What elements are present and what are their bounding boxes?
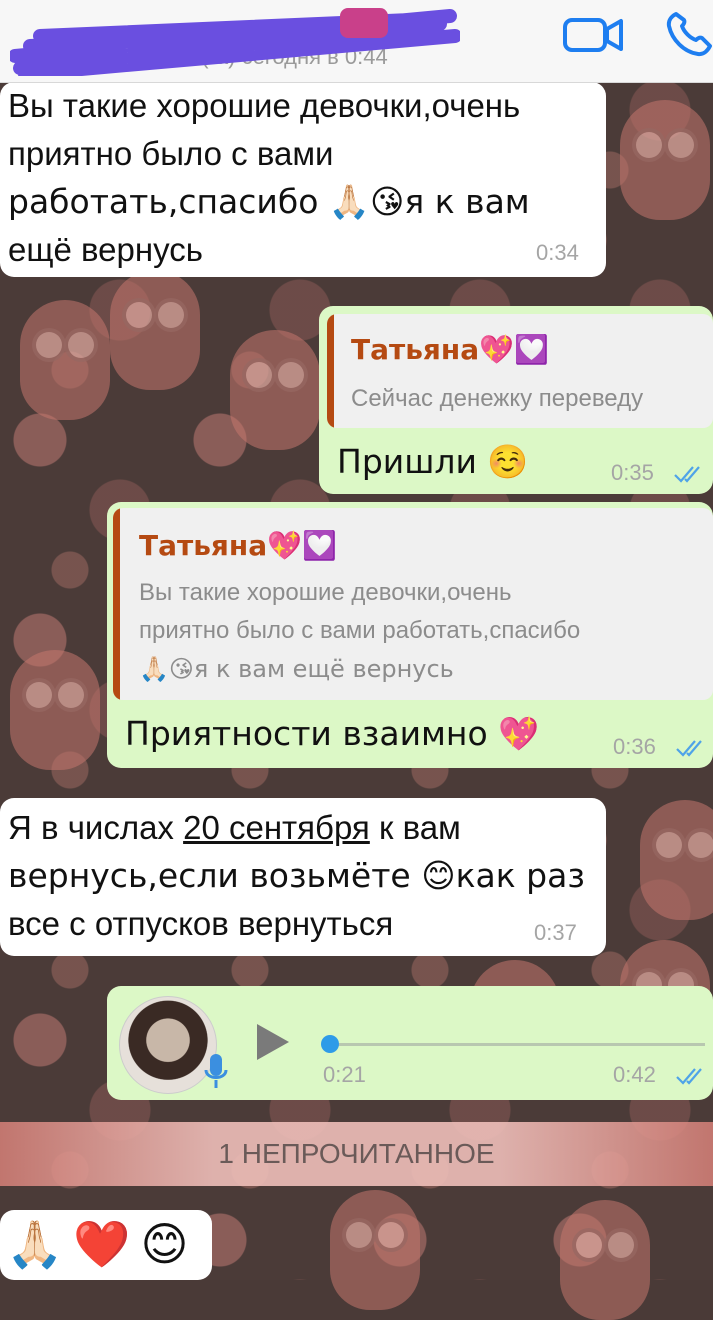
quote-text-line: 🙏🏻😘я к вам ещё вернусь [139,655,454,683]
message-text: Приятности взаимно 💖 [125,714,540,753]
incoming-message[interactable]: Я в числах 20 сентября к вам вернусь,есл… [0,798,606,956]
quote-text-line: приятно было с вами работать,спасибо [139,617,581,644]
message-text-part: к вам [369,809,461,846]
message-text-line: работать,спасибо 🙏🏻😘я к вам [8,182,530,221]
owl-decoration [230,330,320,450]
read-ticks-icon [676,1068,702,1085]
message-time: 0:37 [534,920,577,945]
quote-text: Сейчас денежку переведу [351,385,644,412]
owl-decoration [330,1190,420,1310]
reply-quote[interactable]: Татьяна💖💟 Вы такие хорошие девочки,очень… [113,508,713,700]
message-text-line: Вы такие хорошие девочки,очень [8,87,521,124]
owl-decoration [620,100,710,220]
audio-progress-knob[interactable] [321,1035,339,1053]
quote-accent-bar [113,508,120,700]
video-camera-icon[interactable] [562,12,624,56]
owl-decoration [640,800,713,920]
message-time: 0:42 [613,1062,656,1087]
reply-quote[interactable]: Татьяна💖💟 Сейчас денежку переведу [327,314,713,428]
quote-author: Татьяна💖💟 [351,333,549,366]
owl-decoration [20,300,110,420]
microphone-icon [204,1054,228,1088]
phone-icon[interactable] [664,10,712,58]
outgoing-message[interactable]: Татьяна💖💟 Сейчас денежку переведу Пришли… [319,306,713,494]
redaction-scribble [10,8,460,76]
quote-author: Татьяна💖💟 [139,529,337,562]
unread-banner: 1 НЕПРОЧИТАННОЕ [0,1122,713,1186]
message-time: 0:35 [611,460,654,485]
message-time: 0:34 [536,240,579,265]
message-time: 0:36 [613,734,656,759]
audio-progress-track[interactable] [329,1043,705,1046]
read-ticks-icon [674,466,700,483]
outgoing-message[interactable]: Татьяна💖💟 Вы такие хорошие девочки,очень… [107,502,713,768]
voice-duration: 0:21 [323,1062,366,1087]
play-icon[interactable] [253,1022,293,1062]
message-text-line: Я в числах 20 сентября к вам [8,804,585,852]
date-link[interactable]: 20 сентября [183,809,370,846]
owl-decoration [560,1200,650,1320]
message-text-part: Я в числах [8,809,184,846]
owl-decoration [10,650,100,770]
chat-header: был(-а) сегодня в 0:44 [0,0,713,83]
read-ticks-icon [676,740,702,757]
incoming-message[interactable]: Вы такие хорошие девочки,очень приятно б… [0,82,606,277]
message-text: 🙏🏻❤️😊 [6,1217,199,1271]
message-text-line: приятно было с вами [8,135,334,172]
message-text-line: все с отпусков вернуться [8,905,394,942]
owl-decoration [110,270,200,390]
quote-accent-bar [327,314,334,428]
quote-text-line: Вы такие хорошие девочки,очень [139,579,512,606]
message-text-line: вернусь,если возьмёте 😊как раз [8,856,585,895]
message-text-line: ещё вернусь [8,231,203,268]
voice-message[interactable]: 0:21 0:42 [107,986,713,1100]
message-text: Пришли ☺️ [337,442,529,481]
incoming-message[interactable]: 🙏🏻❤️😊 [0,1210,212,1280]
